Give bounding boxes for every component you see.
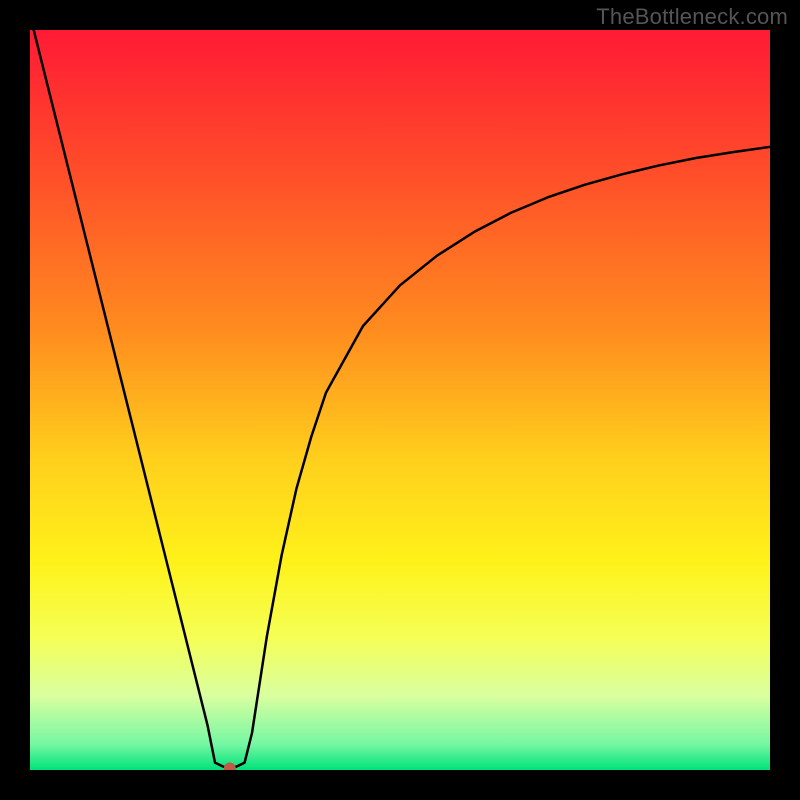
chart-container: TheBottleneck.com [0, 0, 800, 800]
bottleneck-curve-line [30, 30, 770, 769]
watermark-text: TheBottleneck.com [596, 4, 788, 30]
optimal-point-marker [224, 763, 236, 770]
plot-area [30, 30, 770, 770]
plot-svg [30, 30, 770, 770]
